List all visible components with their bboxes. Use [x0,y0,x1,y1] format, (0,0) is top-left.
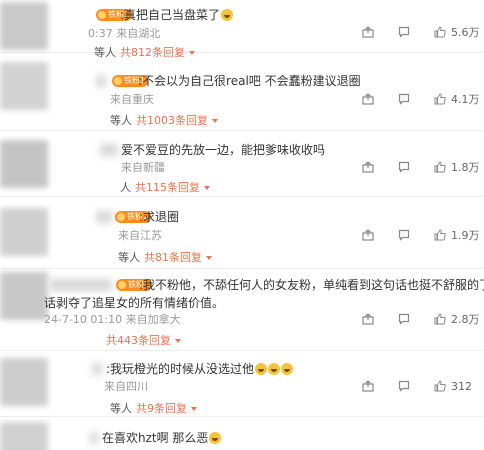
comment-text-content: :真把自己当盘菜了 [120,8,221,22]
comment-text: :我不粉他，不舔任何人的女友粉，单纯看到这句话也挺不舒服的了，一句 [139,278,484,292]
emoji-icon [268,363,281,375]
replies-prefix: 等人 [94,46,116,59]
emoji-icon [281,363,294,375]
like-icon[interactable] [434,26,446,38]
like-count: 5.6万 [451,26,480,39]
username-blurred[interactable] [92,363,102,375]
comment-item [0,420,484,450]
like-icon[interactable] [434,161,446,173]
comment-icon[interactable] [398,26,410,38]
comment-thread: 铁粉1:真把自己当盘菜了 0:37 来自湖北 等人 共812条回复 5.6万 铁粉1:不会… [0,0,484,450]
replies-prefix: 人 [120,181,131,194]
comment-actions: 2.8万 [362,313,484,327]
avatar[interactable] [0,358,48,406]
like-icon[interactable] [434,93,446,105]
chevron-down-icon [175,339,181,343]
share-icon[interactable] [362,26,374,38]
emoji-icon [255,363,268,375]
like-count: 1.8万 [451,161,480,174]
avatar[interactable] [0,422,48,450]
comment-actions: 5.6万 [362,26,484,40]
comment-actions: 1.8万 [362,161,484,175]
comment-meta: 来自新疆 [121,161,165,174]
comment-meta: 来自重庆 [110,93,154,106]
username-blurred[interactable] [90,432,98,444]
comment-icon[interactable] [398,93,410,105]
comment-meta: 来自四川 [104,380,148,393]
comment-actions: 1.9万 [362,229,484,243]
comment-meta: 0:37 来自湖北 [88,27,161,40]
view-replies-link[interactable]: 共115条回复 [135,181,200,194]
emoji-icon [221,9,234,21]
username-blurred[interactable] [50,279,112,291]
comment-text: 爱不爱豆的先放一边，能把爹味收收吗 [121,143,325,157]
chevron-down-icon [212,119,218,123]
username-blurred[interactable] [100,144,118,156]
comment-text: 在喜欢hzt啊 那么恶 [102,431,222,445]
comment-text-content: :不会以为自己很real吧 不会蠢粉建议退圈 [138,74,361,88]
replies-summary: 等人 共812条回复 [94,46,195,59]
replies-prefix: 等人 [110,114,132,127]
comment-text-content: 爱不爱豆的先放一边，能把爹味收收吗 [121,143,326,157]
avatar[interactable] [0,208,48,256]
username-blurred[interactable] [96,211,112,223]
like-count: 312 [451,380,472,393]
view-replies-link[interactable]: 共1003条回复 [136,114,208,127]
comment-icon[interactable] [398,161,410,173]
replies-summary: 人共115条回复 [120,181,210,194]
share-icon[interactable] [362,229,374,241]
username-blurred[interactable] [96,75,106,87]
comment-text: :不会以为自己很real吧 不会蠢粉建议退圈 [138,74,361,88]
comment-actions: 312 [362,380,484,394]
like-count: 2.8万 [451,313,480,326]
avatar[interactable] [0,2,48,50]
like-icon[interactable] [434,229,446,241]
like-count: 1.9万 [451,229,480,242]
replies-summary: 等人 共9条回复 [110,402,197,415]
replies-summary: 等人 共1003条回复 [110,114,218,127]
replies-summary: 共443条回复 [102,334,181,347]
comment-icon[interactable] [398,229,410,241]
like-count: 4.1万 [451,93,480,106]
view-replies-link[interactable]: 共812条回复 [120,46,185,59]
emoji-icon [209,432,222,444]
share-icon[interactable] [362,161,374,173]
replies-prefix: 等人 [118,251,140,264]
comment-meta: 来自江苏 [118,229,162,242]
chevron-down-icon [191,407,197,411]
comment-text: :真把自己当盘菜了 [120,8,234,22]
avatar[interactable] [0,140,48,188]
comment-text-content: :我不粉他，不舔任何人的女友粉，单纯看到这句话也挺不舒服的了，一句 [139,278,484,292]
comment-meta: 24-7-10 01:10 来自加拿大 [44,313,181,326]
view-replies-link[interactable]: 共9条回复 [136,402,187,415]
replies-summary: 等人 共81条回复 [118,251,212,264]
comment-icon[interactable] [398,380,410,392]
comment-actions: 4.1万 [362,93,484,107]
comment-text-content: :我玩橙光的时候从没选过他 [106,362,255,376]
avatar[interactable] [0,272,48,320]
comment-icon[interactable] [398,313,410,325]
comment-text: :我玩橙光的时候从没选过他 [106,362,294,376]
replies-prefix: 等人 [110,402,132,415]
comment-text-content: 在喜欢hzt啊 那么恶 [102,431,209,445]
avatar[interactable] [0,62,48,110]
comment-text-content: :求退圈 [139,210,180,224]
share-icon[interactable] [362,313,374,325]
chevron-down-icon [204,186,210,190]
comment-text-line2: 话剥夺了追星女的所有情绪价值。 [44,296,225,310]
comment-text: :求退圈 [139,210,179,224]
like-icon[interactable] [434,313,446,325]
like-icon[interactable] [434,380,446,392]
share-icon[interactable] [362,380,374,392]
share-icon[interactable] [362,93,374,105]
chevron-down-icon [189,51,195,55]
view-replies-link[interactable]: 共443条回复 [106,334,171,347]
chevron-down-icon [206,256,212,260]
view-replies-link[interactable]: 共81条回复 [144,251,202,264]
